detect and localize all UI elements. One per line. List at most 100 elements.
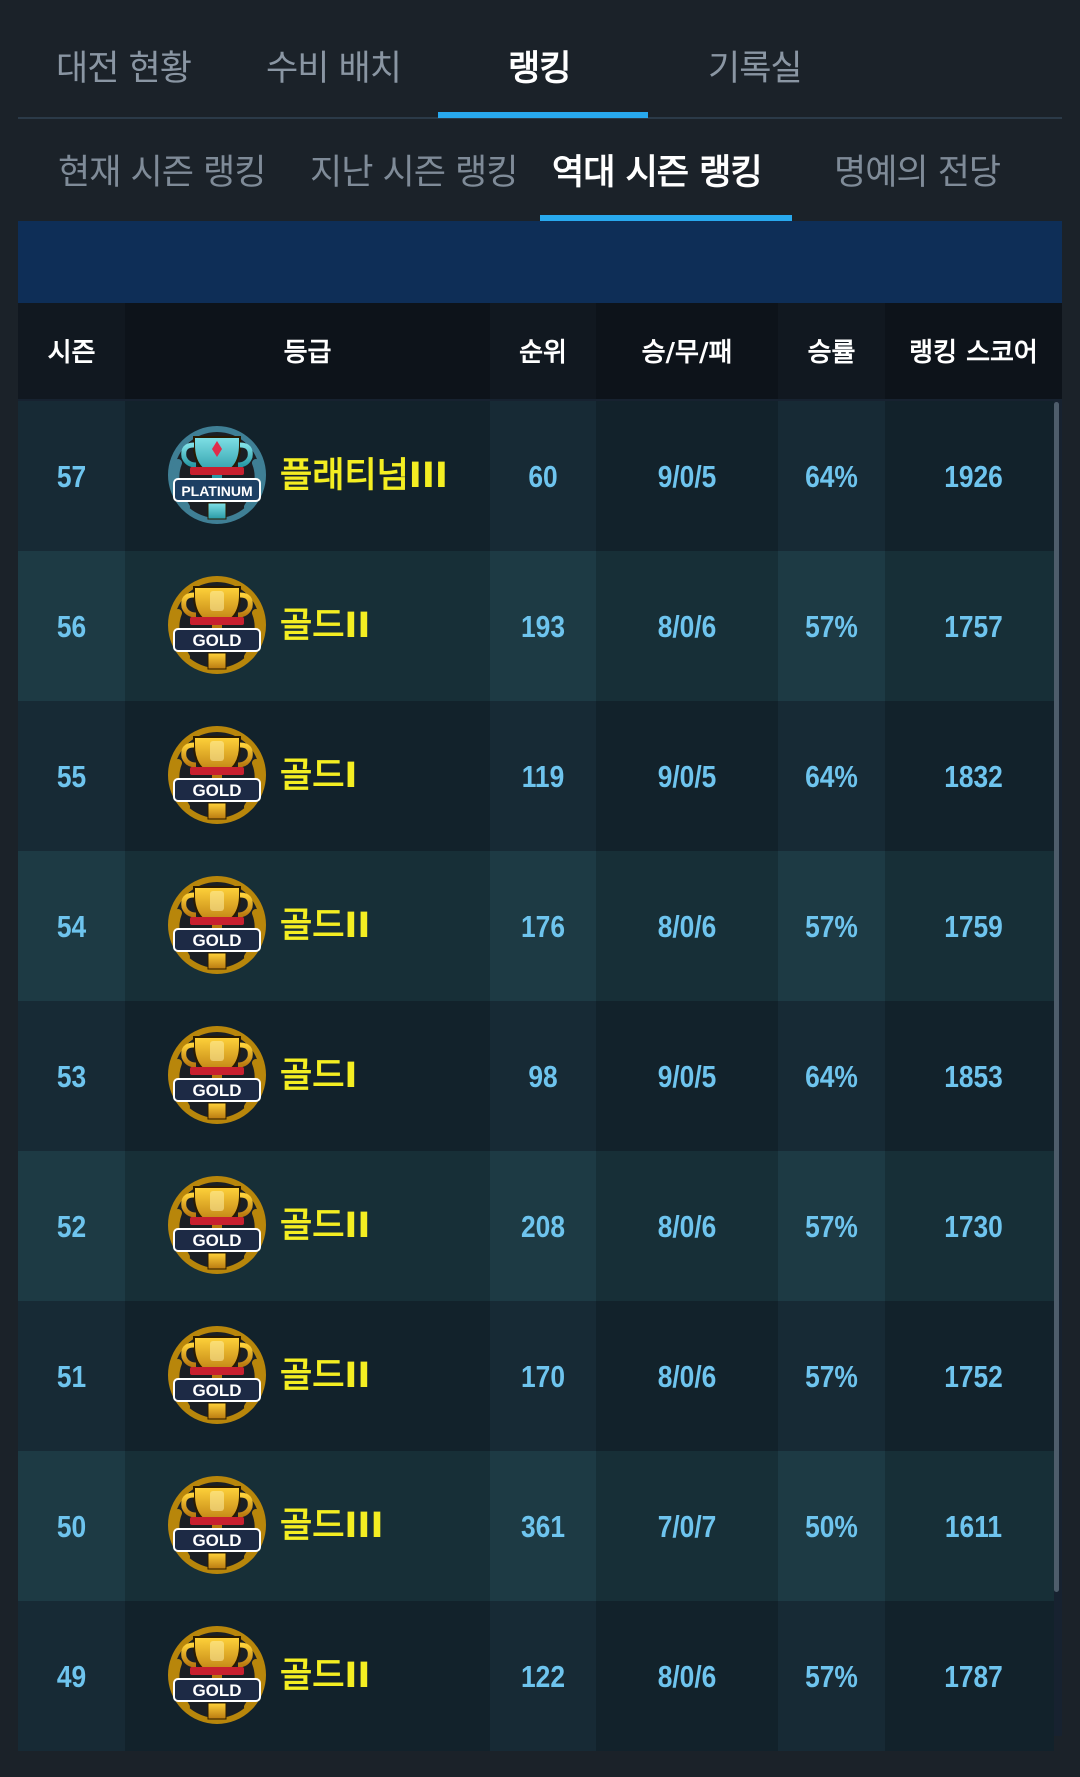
- cell-win-rate: 57%: [805, 909, 858, 944]
- cell-grade-name: 골드II: [280, 1656, 371, 1696]
- gold-tier-badge-icon: GOLD: [164, 723, 270, 829]
- cell-ranking-score: 1730: [944, 1209, 1003, 1244]
- gold-tier-badge-icon: GOLD: [164, 1323, 270, 1429]
- cell-grade-name: 골드I: [280, 1056, 358, 1096]
- table-row[interactable]: 56 193 8/0/6 57% 1757 GOLD 골드II: [18, 551, 1054, 701]
- gold-tier-badge-icon: GOLD: [164, 573, 270, 679]
- cell-season: 56: [56, 609, 87, 644]
- season-ranking-table: 시즌 등급 순위 승/무/패 승률 랭킹 스코어 57 60 9/0/5 64% 192…: [18, 303, 1062, 1751]
- cell-rank: 122: [521, 1659, 565, 1694]
- cell-ranking-score: 1752: [944, 1359, 1003, 1394]
- svg-text:GOLD: GOLD: [192, 631, 241, 650]
- cell-rank: 170: [521, 1359, 565, 1394]
- cell-win-rate: 64%: [805, 1059, 858, 1094]
- header-season: 시즌: [47, 338, 96, 368]
- cell-win-rate: 64%: [805, 759, 858, 794]
- table-row[interactable]: 49 122 8/0/6 57% 1787 GOLD 골드II: [18, 1601, 1054, 1751]
- cell-win-rate: 50%: [805, 1509, 858, 1544]
- table-row[interactable]: 55 119 9/0/5 64% 1832 GOLD 골드I: [18, 701, 1054, 851]
- tab-records[interactable]: 기록실: [708, 40, 803, 91]
- table-row[interactable]: 51 170 8/0/6 57% 1752 GOLD 골드II: [18, 1301, 1054, 1451]
- cell-season: 55: [56, 759, 87, 794]
- cell-record: 9/0/5: [657, 459, 717, 494]
- cell-win-rate: 57%: [805, 609, 858, 644]
- gold-tier-badge-icon: GOLD: [164, 1173, 270, 1279]
- cell-season: 54: [56, 909, 87, 944]
- cell-season: 49: [56, 1659, 87, 1694]
- cell-record: 8/0/6: [657, 1209, 717, 1244]
- main-tab-bar: 대전 현황 수비 배치 랭킹 기록실: [18, 0, 1062, 119]
- header-ranking-score: 랭킹 스코어: [885, 303, 1062, 399]
- gold-tier-badge-icon: GOLD: [164, 1023, 270, 1129]
- svg-text:GOLD: GOLD: [192, 1381, 241, 1400]
- cell-record: 8/0/6: [657, 1659, 717, 1694]
- cell-season: 57: [56, 459, 87, 494]
- cell-ranking-score: 1759: [944, 909, 1003, 944]
- cell-grade-name: 골드II: [280, 906, 371, 946]
- platinum-tier-badge-icon: PLATINUM: [164, 423, 270, 529]
- table-header: 시즌 등급 순위 승/무/패 승률 랭킹 스코어: [18, 303, 1062, 399]
- tab-current-season-ranking[interactable]: 현재 시즌 랭킹: [58, 144, 266, 195]
- cell-grade-name: 골드I: [280, 756, 358, 796]
- table-row[interactable]: 57 60 9/0/5 64% 1926 PLATINUM 플래티넘III: [18, 401, 1054, 551]
- cell-rank: 60: [528, 459, 558, 494]
- svg-text:GOLD: GOLD: [192, 1231, 241, 1250]
- svg-text:GOLD: GOLD: [192, 931, 241, 950]
- gold-tier-badge-icon: GOLD: [164, 873, 270, 979]
- gold-tier-badge-icon: GOLD: [164, 1623, 270, 1729]
- cell-record: 8/0/6: [657, 909, 717, 944]
- svg-text:GOLD: GOLD: [192, 781, 241, 800]
- sub-tab-bar: 현재 시즌 랭킹 지난 시즌 랭킹 역대 시즌 랭킹 명예의 전당: [18, 119, 1062, 221]
- cell-grade-name: 골드II: [280, 606, 371, 646]
- tab-match-status[interactable]: 대전 현황: [56, 40, 192, 91]
- gold-tier-badge-icon: GOLD: [164, 1473, 270, 1579]
- cell-ranking-score: 1787: [944, 1659, 1003, 1694]
- tab-all-time-season-ranking[interactable]: 역대 시즌 랭킹: [552, 144, 763, 195]
- cell-grade-name: 플래티넘III: [280, 456, 448, 496]
- cell-grade-name: 골드III: [280, 1506, 384, 1546]
- header-win-rate: 승률: [807, 338, 856, 368]
- active-tab-indicator: [438, 112, 648, 118]
- table-scrollbar[interactable]: [1054, 402, 1059, 1592]
- cell-record: 8/0/6: [657, 1359, 717, 1394]
- cell-record: 7/0/7: [657, 1509, 717, 1544]
- tab-hall-of-fame[interactable]: 명예의 전당: [834, 144, 1001, 195]
- cell-win-rate: 57%: [805, 1209, 858, 1244]
- cell-rank: 193: [521, 609, 565, 644]
- tab-ranking[interactable]: 랭킹: [508, 40, 571, 91]
- table-row[interactable]: 52 208 8/0/6 57% 1730 GOLD 골드II: [18, 1151, 1054, 1301]
- cell-rank: 361: [521, 1509, 565, 1544]
- svg-text:GOLD: GOLD: [192, 1681, 241, 1700]
- svg-text:GOLD: GOLD: [192, 1081, 241, 1100]
- cell-ranking-score: 1926: [944, 459, 1003, 494]
- cell-win-rate: 57%: [805, 1659, 858, 1694]
- cell-record: 9/0/5: [657, 1059, 717, 1094]
- table-banner: [18, 221, 1062, 303]
- cell-rank: 208: [521, 1209, 565, 1244]
- cell-season: 50: [56, 1509, 87, 1544]
- tab-last-season-ranking[interactable]: 지난 시즌 랭킹: [310, 144, 518, 195]
- table-row[interactable]: 54 176 8/0/6 57% 1759 GOLD 골드II: [18, 851, 1054, 1001]
- cell-season: 52: [56, 1209, 87, 1244]
- cell-grade-name: 골드II: [280, 1206, 371, 1246]
- cell-record: 9/0/5: [657, 759, 717, 794]
- tab-defense-setup[interactable]: 수비 배치: [266, 40, 402, 91]
- cell-grade-name: 골드II: [280, 1356, 371, 1396]
- cell-record: 8/0/6: [657, 609, 717, 644]
- table-row[interactable]: 53 98 9/0/5 64% 1853 GOLD 골드I: [18, 1001, 1054, 1151]
- header-grade: 등급: [125, 303, 490, 399]
- cell-season: 53: [56, 1059, 87, 1094]
- cell-ranking-score: 1853: [944, 1059, 1003, 1094]
- cell-rank: 119: [521, 759, 565, 794]
- cell-win-rate: 57%: [805, 1359, 858, 1394]
- table-row[interactable]: 50 361 7/0/7 50% 1611 GOLD 골드III: [18, 1451, 1054, 1601]
- svg-text:GOLD: GOLD: [192, 1531, 241, 1550]
- cell-ranking-score: 1757: [944, 609, 1003, 644]
- header-record: 승/무/패: [596, 303, 778, 399]
- cell-ranking-score: 1832: [944, 759, 1003, 794]
- cell-rank: 98: [528, 1059, 558, 1094]
- svg-text:PLATINUM: PLATINUM: [181, 483, 252, 499]
- cell-win-rate: 64%: [805, 459, 858, 494]
- cell-ranking-score: 1611: [944, 1509, 1003, 1544]
- cell-season: 51: [56, 1359, 87, 1394]
